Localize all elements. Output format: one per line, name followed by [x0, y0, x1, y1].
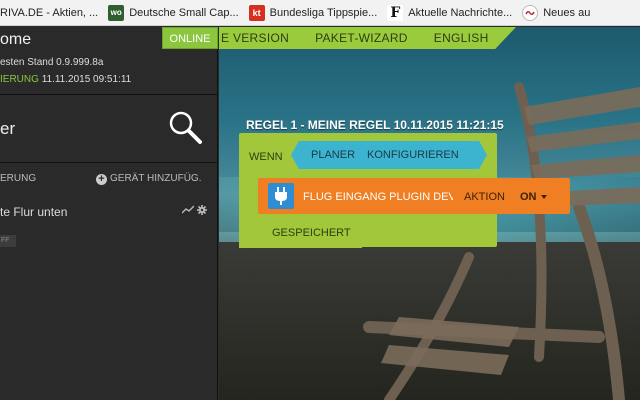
bookmark-nachrichten[interactable]: F Aktuelle Nachrichte...: [387, 0, 522, 25]
bookmarks-bar: RIVA.DE - Aktien, ... wo Deutsche Small …: [0, 0, 640, 26]
sync-time: 11.11.2015 09:51:11: [41, 74, 132, 85]
sidebar: ome esten Stand 0.9.999.8a IERUNG 11.11.…: [0, 27, 218, 400]
chevron-down-icon: [540, 195, 547, 199]
app-title: ome: [0, 31, 32, 48]
action-value-dropdown[interactable]: ON: [520, 191, 547, 203]
bookmark-bundesliga[interactable]: kt Bundesliga Tippspie...: [248, 0, 388, 25]
device-toggle-switch[interactable]: FF: [0, 235, 16, 247]
news-favicon-icon: [522, 4, 539, 21]
online-status-badge: ONLINE: [162, 27, 218, 49]
bookmark-riva[interactable]: RIVA.DE - Aktien, ...: [0, 0, 108, 25]
sync-label: IERUNG: [0, 74, 39, 85]
wo-favicon-icon: wo: [108, 4, 125, 21]
action-label: AKTION: [464, 191, 505, 203]
bookmark-label: Aktuelle Nachrichte...: [408, 6, 513, 19]
nav-version[interactable]: E VERSION: [221, 31, 289, 45]
top-nav: E VERSION PAKET-WIZARD ENGLISH: [219, 27, 516, 49]
sync-info: IERUNG 11.11.2015 09:51:11: [0, 74, 131, 85]
gear-icon[interactable]: [197, 205, 208, 215]
news-wave-icon: [525, 10, 535, 15]
version-info: esten Stand 0.9.999.8a: [0, 57, 104, 68]
add-device-button[interactable]: + GERÄT HINZUFÜG.: [96, 173, 201, 185]
device-item-controls: [181, 205, 208, 218]
filter-label: ERUNG: [0, 173, 37, 184]
action-value: ON: [520, 191, 537, 203]
action-icon-box: [268, 183, 294, 209]
plus-icon: +: [96, 174, 107, 185]
configure-button[interactable]: KONFIGURIEREN: [367, 149, 459, 161]
bookmark-neues[interactable]: Neues au: [522, 0, 600, 25]
rule-title: REGEL 1 - MEINE REGEL 10.11.2015 11:21:1…: [246, 118, 504, 132]
when-label: WENN: [249, 151, 283, 163]
search-icon[interactable]: [167, 109, 203, 145]
add-device-label: GERÄT HINZUFÜG.: [110, 173, 202, 184]
planner-label: PLANER: [311, 149, 356, 161]
device-actions-row: ERUNG + GERÄT HINZUFÜG.: [0, 173, 218, 185]
nav-english[interactable]: ENGLISH: [434, 31, 489, 45]
planner-block[interactable]: PLANER KONFIGURIEREN: [291, 141, 487, 169]
saved-label: GESPEICHERT: [272, 227, 351, 239]
action-device-name: FLUG EINGANG PLUGIN DEVICE: [303, 191, 453, 203]
bookmark-label: Bundesliga Tippspie...: [269, 6, 378, 19]
kt-favicon-icon: kt: [248, 4, 265, 21]
bookmark-label: Neues au: [543, 6, 591, 19]
sidebar-search[interactable]: er: [0, 95, 217, 163]
faz-favicon-icon: F: [387, 4, 404, 21]
device-item-name[interactable]: te Flur unten: [0, 205, 67, 219]
chart-trend-icon[interactable]: [181, 205, 195, 215]
sidebar-section-title: er: [0, 119, 16, 138]
bookmark-label: Deutsche Small Cap...: [129, 6, 239, 19]
nav-paket-wizard[interactable]: PAKET-WIZARD: [315, 31, 408, 45]
bookmark-label: RIVA.DE - Aktien, ...: [0, 6, 99, 19]
plug-icon: [275, 187, 287, 205]
bookmark-small-caps[interactable]: wo Deutsche Small Cap...: [108, 0, 248, 25]
